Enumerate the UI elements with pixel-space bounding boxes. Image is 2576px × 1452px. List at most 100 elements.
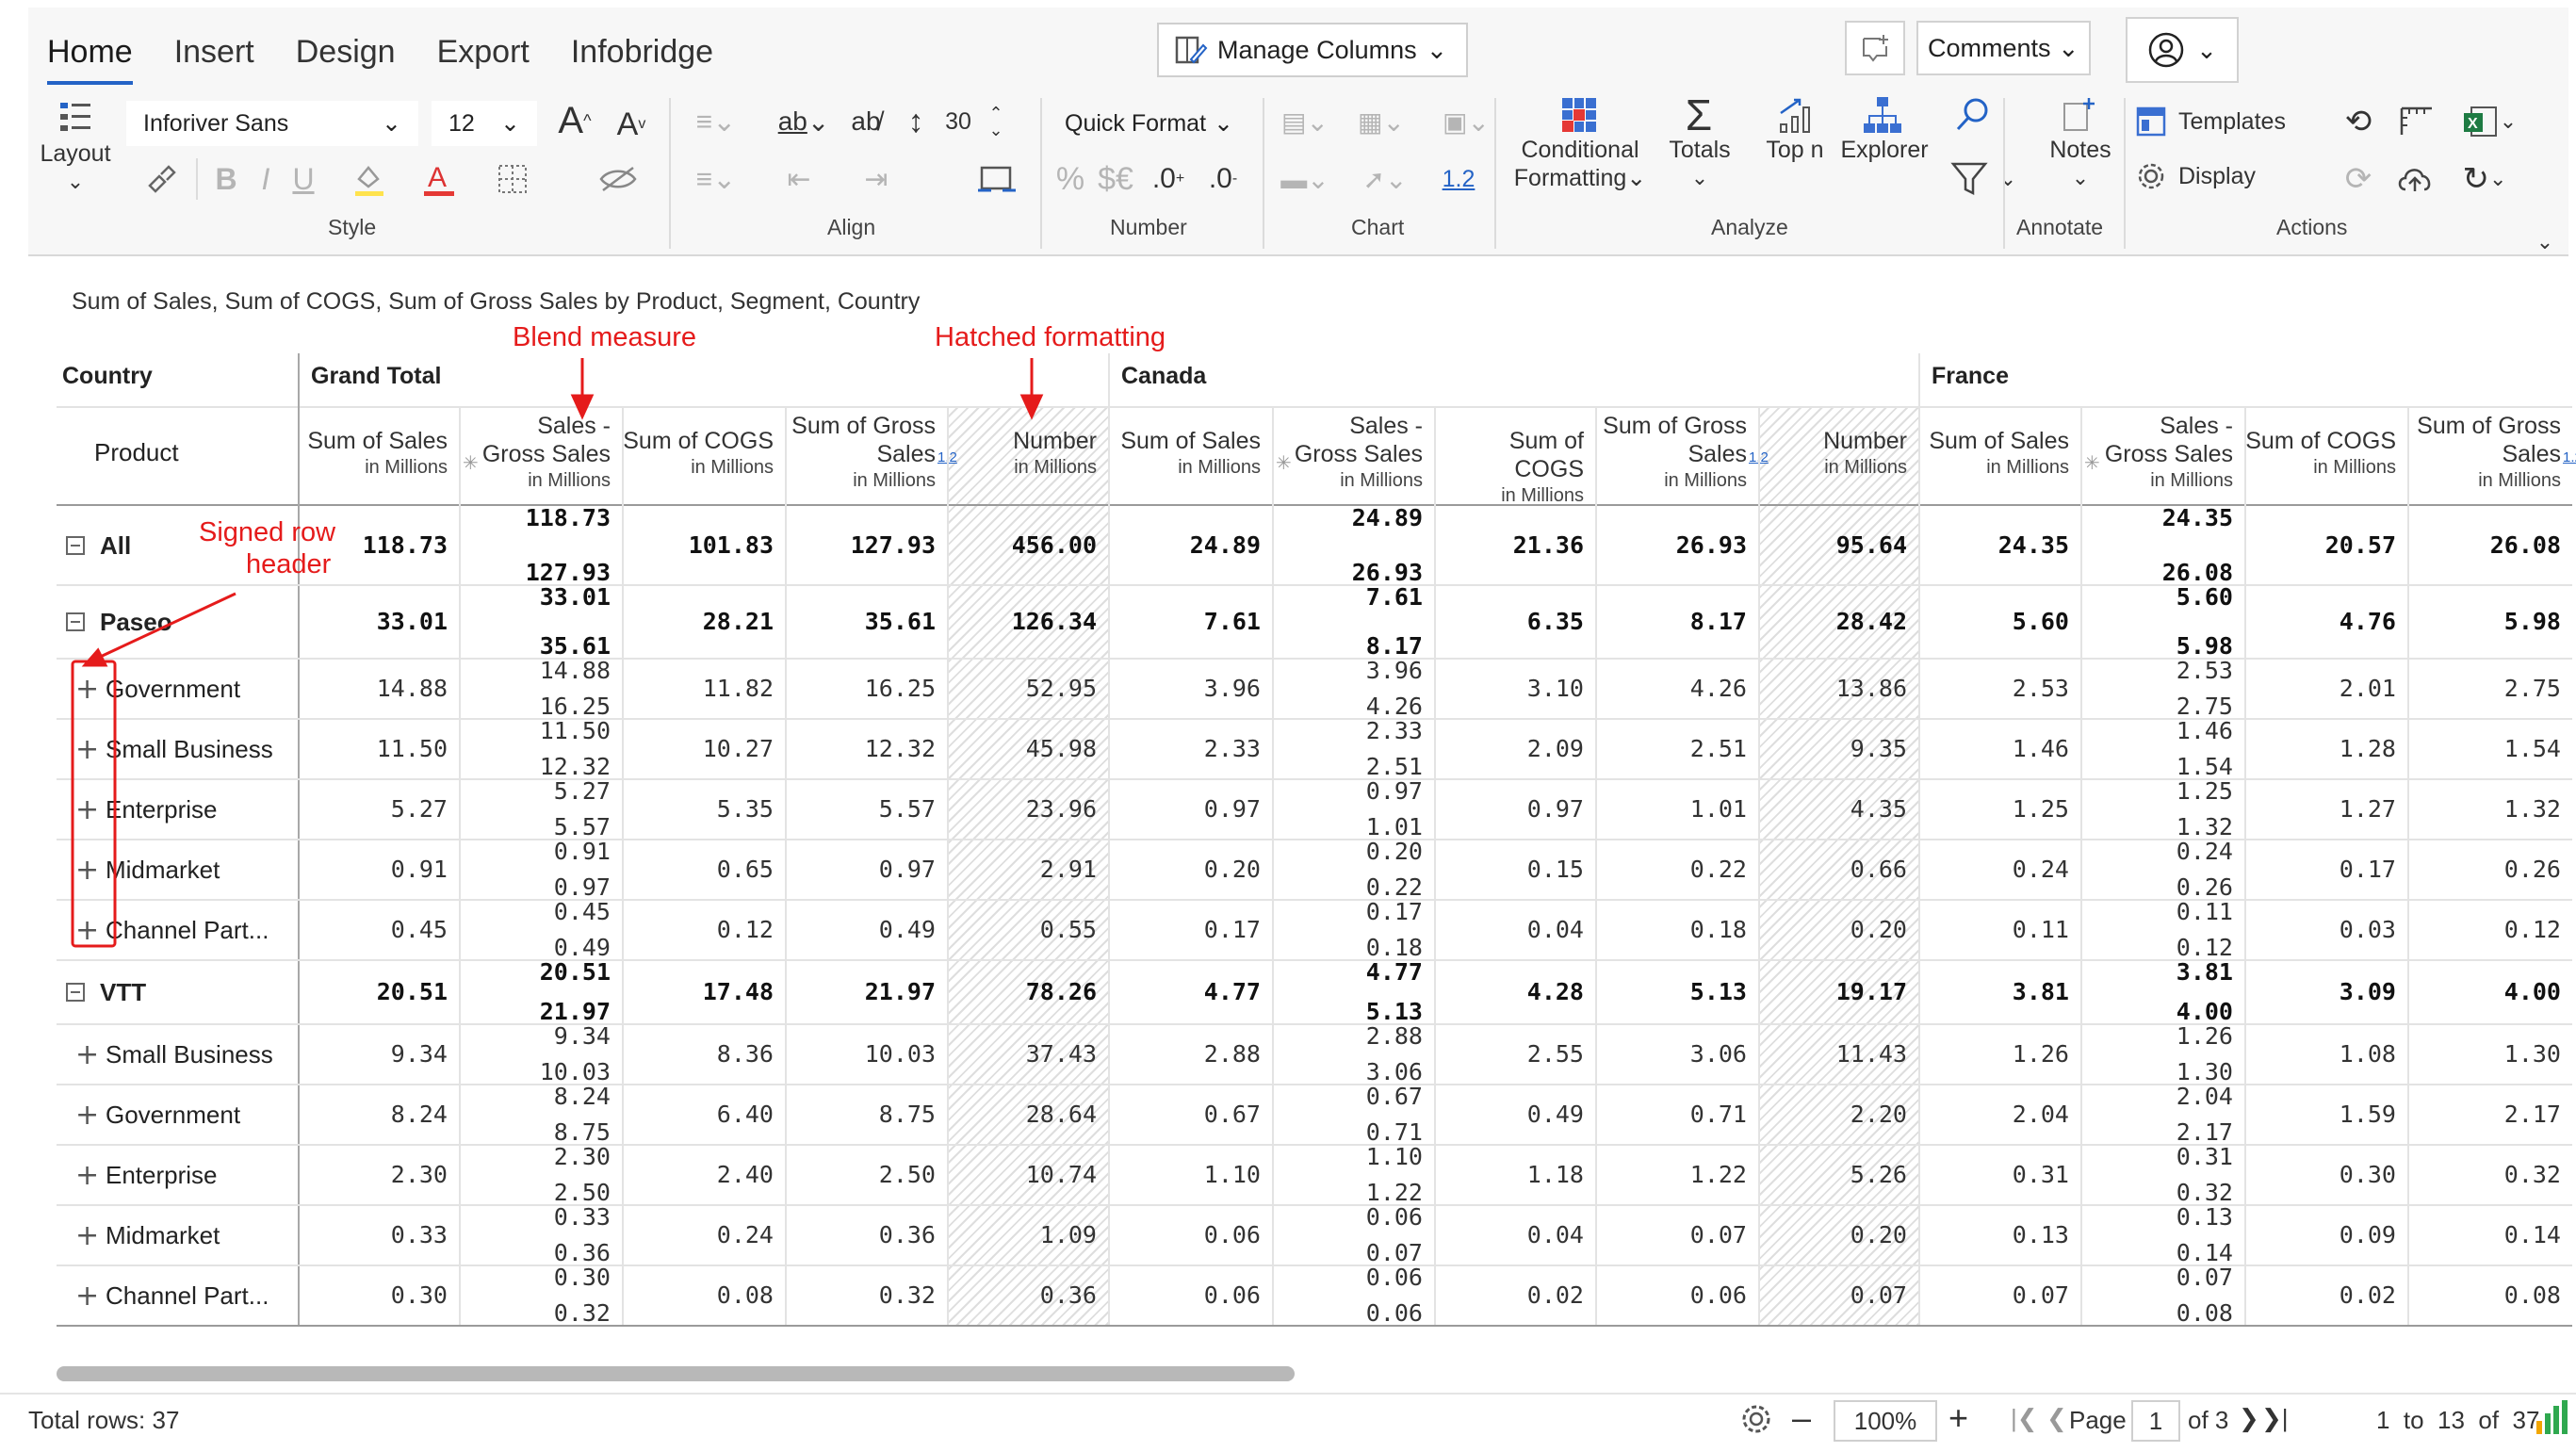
row-header[interactable]: + Channel Part... <box>75 1265 269 1326</box>
expand-icon[interactable]: + <box>75 1219 99 1252</box>
collapse-icon[interactable] <box>66 536 85 555</box>
conditional-formatting-label-1[interactable]: Conditional <box>1509 136 1651 164</box>
tab-home[interactable]: Home <box>47 28 133 85</box>
percent-icon[interactable]: % <box>1052 158 1089 200</box>
sigma-icon[interactable]: Σ <box>1675 90 1722 139</box>
display-button[interactable]: Display <box>2135 153 2333 200</box>
fill-color-icon[interactable] <box>339 158 405 200</box>
tab-insert[interactable]: Insert <box>174 28 254 85</box>
top-n-icon[interactable] <box>1773 90 1818 139</box>
increase-decimal-icon[interactable]: .0 + <box>1142 158 1195 200</box>
measure-column-header[interactable]: Sum of Sales in Millions <box>298 427 459 478</box>
page-number-input[interactable]: 1 <box>2131 1400 2180 1442</box>
zoom-in-icon[interactable]: + <box>1948 1398 1968 1438</box>
measure-column-header[interactable]: Sum of COGS in Millions <box>622 427 785 478</box>
search-icon[interactable] <box>1948 90 1996 139</box>
decrease-decimal-icon[interactable]: .0- <box>1197 158 1249 200</box>
quick-format-select[interactable]: Quick Format ⌄ <box>1052 101 1249 146</box>
increase-font-icon[interactable]: A ^ <box>551 94 598 147</box>
expand-icon[interactable]: + <box>75 914 99 947</box>
chevron-down-icon[interactable]: ⌄ <box>57 168 94 196</box>
measure-column-header[interactable]: Sum of Gross Sales in Millions <box>785 412 947 491</box>
font-family-select[interactable]: Inforiver Sans ⌄ <box>126 101 418 146</box>
first-page-icon[interactable]: |❮ <box>2011 1404 2038 1433</box>
measure-column-header[interactable]: Sales - Gross Sales in Millions <box>459 412 622 491</box>
conditional-formatting-button[interactable]: Formatting ⌄ <box>1509 164 1651 192</box>
expand-icon[interactable]: + <box>75 733 99 766</box>
last-page-icon[interactable]: ❯| <box>2261 1404 2289 1433</box>
explorer-label[interactable]: Explorer <box>1837 136 1932 164</box>
next-page-icon[interactable]: ❯ <box>2239 1404 2259 1433</box>
layout-icon[interactable] <box>33 94 118 141</box>
text-overflow-icon[interactable]: ab̸ <box>842 98 889 145</box>
row-group-header[interactable]: VTT <box>66 960 146 1024</box>
currency-icon[interactable]: $€ <box>1091 158 1140 200</box>
measure-column-header[interactable]: Sum of Sales in Millions <box>1918 427 2080 478</box>
expand-icon[interactable]: + <box>75 1280 99 1313</box>
zoom-input[interactable]: 100% <box>1834 1400 1937 1442</box>
comments-button[interactable]: Comments ⌄ <box>1916 21 2091 75</box>
sparkline-icon[interactable]: ▬⌄ <box>1272 158 1338 200</box>
measure-column-header[interactable]: Number in Millions <box>1758 427 1918 478</box>
totals-label[interactable]: Totals <box>1662 136 1737 164</box>
row-header[interactable]: + Small Business <box>75 1024 273 1085</box>
expand-icon[interactable]: + <box>75 793 99 826</box>
scrollbar-thumb[interactable] <box>57 1366 1295 1381</box>
row-header[interactable]: + Enterprise <box>75 1145 218 1205</box>
expand-icon[interactable]: + <box>75 1159 99 1192</box>
horizontal-scrollbar[interactable] <box>57 1366 2572 1381</box>
expand-icon[interactable]: + <box>75 854 99 887</box>
top-n-label[interactable]: Top n <box>1754 136 1835 164</box>
filter-icon[interactable]: ⌄ <box>1941 158 2026 200</box>
decrease-font-icon[interactable]: Av <box>608 98 655 151</box>
row-header[interactable]: + Government <box>75 1085 240 1145</box>
row-header[interactable]: + Small Business <box>75 719 273 779</box>
row-height-value[interactable]: 30 <box>933 98 984 145</box>
row-group-header[interactable]: Paseo <box>66 585 172 659</box>
cloud-upload-icon[interactable] <box>2391 158 2438 200</box>
borders-icon[interactable] <box>479 158 550 200</box>
notes-icon[interactable] <box>2056 90 2103 139</box>
row-height-icon[interactable]: ↕ <box>899 98 933 145</box>
measure-column-header[interactable]: Sum of COGS in Millions <box>2244 427 2407 478</box>
waterfall-chart-icon[interactable]: ▣⌄ <box>1428 98 1504 145</box>
templates-button[interactable]: Templates <box>2135 98 2333 145</box>
underline-icon[interactable]: U <box>285 158 322 200</box>
undo-icon[interactable]: ⟲ <box>2337 98 2380 145</box>
notes-label[interactable]: Notes <box>2035 136 2126 164</box>
gear-icon[interactable] <box>1739 1402 1777 1440</box>
ruler-icon[interactable] <box>2393 98 2440 145</box>
measure-column-header[interactable]: Sum of Gross Sales in Millions <box>1595 412 1758 491</box>
line-chart-icon[interactable]: ➚⌄ <box>1347 158 1423 200</box>
add-comment-icon[interactable] <box>1845 21 1905 75</box>
italic-icon[interactable]: I <box>247 158 285 200</box>
layout-button-label[interactable]: Layout <box>28 139 122 168</box>
chevron-down-icon[interactable]: ⌄ <box>2062 164 2099 192</box>
outdent-icon[interactable]: ⇤ <box>771 158 827 200</box>
decimal-format-icon[interactable]: 1.2 <box>1432 158 1485 200</box>
hide-icon[interactable] <box>582 158 654 200</box>
indent-icon[interactable]: ⇥ <box>848 158 905 200</box>
row-header[interactable]: + Enterprise <box>75 779 218 840</box>
collapse-ribbon-icon[interactable]: ⌄ <box>2531 230 2559 254</box>
expand-icon[interactable]: + <box>75 673 99 706</box>
bold-icon[interactable]: B <box>207 158 245 200</box>
row-header[interactable]: + Channel Part... <box>75 900 269 960</box>
bar-chart-icon[interactable]: ▤⌄ <box>1272 98 1338 145</box>
collapse-icon[interactable] <box>66 983 85 1002</box>
font-color-icon[interactable]: A <box>415 158 471 200</box>
manage-columns-button[interactable]: Manage Columns ⌄ <box>1157 23 1468 77</box>
stepper-icon[interactable]: ⌃ ⌄ <box>982 98 1010 145</box>
vertical-align-icon[interactable]: ≡⌄ <box>678 158 754 200</box>
redo-icon[interactable]: ⟳ <box>2337 158 2380 200</box>
expand-icon[interactable]: + <box>75 1099 99 1132</box>
tab-design[interactable]: Design <box>296 28 396 85</box>
expand-icon[interactable]: + <box>75 1038 99 1071</box>
format-painter-icon[interactable] <box>141 158 183 200</box>
tab-export[interactable]: Export <box>437 28 530 85</box>
row-header[interactable]: + Midmarket <box>75 840 220 900</box>
user-menu-button[interactable]: ⌄ <box>2126 17 2239 83</box>
excel-export-icon[interactable]: X ⌄ <box>2454 98 2525 145</box>
chevron-down-icon[interactable]: ⌄ <box>1681 164 1719 192</box>
row-header[interactable]: + Midmarket <box>75 1205 220 1265</box>
